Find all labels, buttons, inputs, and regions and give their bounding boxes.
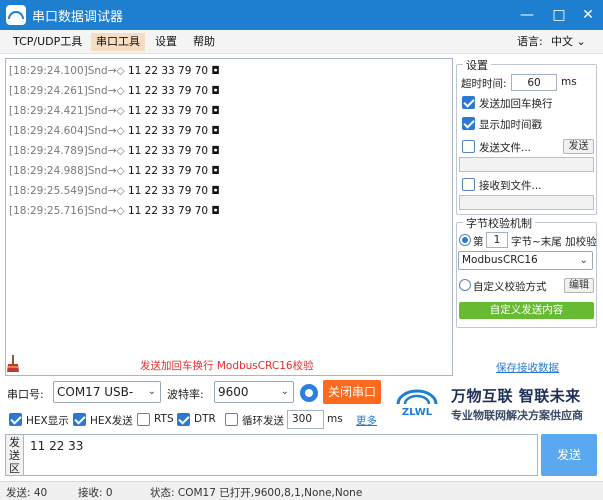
timeout-unit: ms (561, 76, 577, 88)
received-count: 接收: 0 (78, 487, 113, 499)
byte-checksum-radio[interactable] (459, 234, 471, 246)
language-value: 中文 (551, 35, 573, 48)
send-file-checkbox[interactable] (462, 140, 475, 153)
port-label: 串口号: (7, 388, 44, 401)
title-bar: 串口数据调试器 — □ ✕ (0, 0, 603, 30)
log-line: [18:29:24.421]Snd→◇ 11 22 33 79 70 ◘ (9, 105, 220, 117)
gear-icon[interactable] (300, 384, 318, 402)
language-selector[interactable]: 中文 ⌄ (546, 33, 591, 51)
maximize-button[interactable]: □ (547, 4, 571, 26)
recv-file-path[interactable] (459, 195, 594, 210)
menu-bar: TCP/UDP工具 串口工具 设置 帮助 语言: 中文 ⌄ (0, 30, 603, 54)
baud-select[interactable]: 9600 ⌄ (214, 381, 294, 403)
brand-subtitle: 专业物联网解决方案供应商 (451, 409, 583, 422)
byte-suffix: 字节~末尾 加校验 (511, 236, 597, 248)
chevron-down-icon: ⌄ (579, 255, 588, 266)
dtr-checkbox[interactable] (177, 413, 190, 426)
send-area-label: 发 送 区 (5, 434, 23, 476)
hex-display-label: HEX显示 (26, 415, 69, 427)
chevron-down-icon: ⌄ (280, 386, 289, 397)
connection-status: 状态: COM17 已打开,9600,8,1,None,None (150, 487, 363, 499)
menu-tcp-udp-tool[interactable]: TCP/UDP工具 (8, 33, 87, 51)
log-line: [18:29:24.988]Snd→◇ 11 22 33 79 70 ◘ (9, 165, 220, 177)
rts-label: RTS (154, 413, 174, 425)
loop-interval-unit: ms (327, 413, 343, 425)
log-line: [18:29:25.716]Snd→◇ 11 22 33 79 70 ◘ (9, 205, 220, 217)
send-file-button[interactable]: 发送 (563, 139, 594, 154)
show-timestamp-checkbox[interactable] (462, 117, 475, 130)
loop-send-checkbox[interactable] (225, 413, 238, 426)
svg-text:ZLWL: ZLWL (402, 407, 433, 418)
hex-send-checkbox[interactable] (73, 413, 86, 426)
brand-logo: ZLWL (396, 389, 438, 418)
language-label: 语言: (517, 35, 543, 48)
timeout-input[interactable]: 60 (511, 74, 557, 91)
more-link[interactable]: 更多 (356, 413, 377, 428)
dtr-label: DTR (194, 413, 216, 425)
send-input[interactable]: 11 22 33 (23, 434, 538, 476)
log-line: [18:29:24.100]Snd→◇ 11 22 33 79 70 ◘ (9, 65, 220, 77)
hex-display-checkbox[interactable] (9, 413, 22, 426)
app-logo-icon (6, 5, 26, 25)
log-line: [18:29:25.549]Snd→◇ 11 22 33 79 70 ◘ (9, 185, 220, 197)
minimize-button[interactable]: — (515, 4, 539, 26)
receive-area[interactable]: [18:29:24.100]Snd→◇ 11 22 33 79 70 ◘ [18… (5, 58, 453, 376)
loop-interval-input[interactable]: 300 (287, 410, 324, 429)
settings-group-title: 设置 (463, 57, 491, 73)
show-timestamp-label: 显示加时间戳 (479, 119, 542, 131)
receive-hint-text: 发送加回车换行 ModbusCRC16校验 (140, 360, 314, 372)
menu-serial-tool[interactable]: 串口工具 (91, 33, 145, 51)
log-line: [18:29:24.604]Snd→◇ 11 22 33 79 70 ◘ (9, 125, 220, 137)
timeout-label: 超时时间: (461, 78, 507, 90)
menu-help[interactable]: 帮助 (188, 33, 220, 51)
send-file-path[interactable] (459, 157, 594, 172)
byte-index-input[interactable]: 1 (486, 232, 508, 248)
save-received-data-link[interactable]: 保存接收数据 (496, 360, 559, 375)
send-button[interactable]: 发送 (541, 434, 597, 476)
rts-checkbox[interactable] (137, 413, 150, 426)
chevron-down-icon: ⌄ (576, 35, 586, 48)
close-port-button[interactable]: 关闭串口 (323, 380, 381, 404)
edit-checksum-button[interactable]: 编辑 (564, 278, 594, 293)
loop-send-label: 循环发送 (242, 415, 284, 427)
checksum-method-select[interactable]: ModbusCRC16 ⌄ (458, 251, 593, 270)
sent-count: 发送: 40 (6, 487, 48, 499)
menu-settings[interactable]: 设置 (150, 33, 182, 51)
close-button[interactable]: ✕ (576, 4, 600, 26)
send-crlf-label: 发送加回车换行 (479, 98, 553, 110)
log-line: [18:29:24.261]Snd→◇ 11 22 33 79 70 ◘ (9, 85, 220, 97)
port-select[interactable]: COM17 USB- ⌄ (53, 381, 161, 403)
window-title: 串口数据调试器 (32, 10, 124, 25)
byte-prefix: 第 (473, 236, 484, 248)
checksum-method-value: ModbusCRC16 (462, 254, 538, 266)
brand-slogan: 万物互联 智联未来 (451, 387, 581, 405)
custom-checksum-label: 自定义校验方式 (473, 281, 547, 293)
baud-label: 波特率: (167, 388, 204, 401)
clear-broom-icon[interactable] (6, 355, 20, 373)
send-file-label: 发送文件... (479, 142, 532, 154)
checksum-group-title: 字节校验机制 (463, 215, 535, 231)
hex-send-label: HEX发送 (90, 415, 133, 427)
baud-value: 9600 (218, 385, 249, 399)
custom-send-content-button[interactable]: 自定义发送内容 (459, 302, 594, 319)
recv-file-label: 接收到文件... (479, 180, 542, 192)
send-crlf-checkbox[interactable] (462, 96, 475, 109)
custom-checksum-radio[interactable] (459, 279, 471, 291)
status-bar: 发送: 40 接收: 0 状态: COM17 已打开,9600,8,1,None… (0, 481, 603, 500)
log-line: [18:29:24.789]Snd→◇ 11 22 33 79 70 ◘ (9, 145, 220, 157)
port-value: COM17 USB- (57, 385, 134, 399)
recv-file-checkbox[interactable] (462, 178, 475, 191)
chevron-down-icon: ⌄ (147, 386, 156, 397)
